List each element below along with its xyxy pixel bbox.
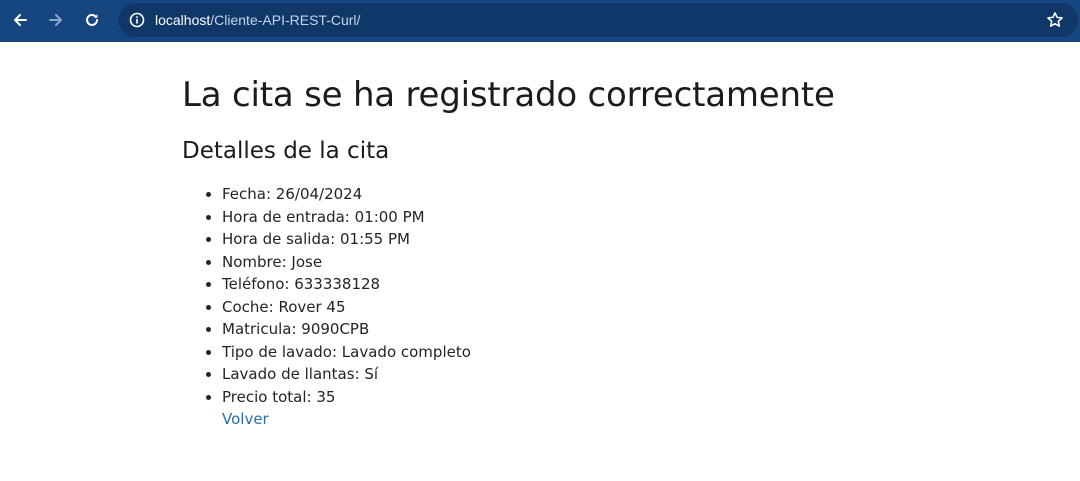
back-button[interactable] <box>6 6 34 34</box>
reload-icon <box>86 13 98 26</box>
detail-precio-total: Precio total: 35 <box>222 386 1042 409</box>
forward-button[interactable] <box>42 6 70 34</box>
reload-button[interactable] <box>78 6 106 34</box>
detail-matricula: Matricula: 9090CPB <box>222 318 1042 341</box>
detail-fecha: Fecha: 26/04/2024 <box>222 183 1042 206</box>
back-link[interactable]: Volver <box>222 408 1042 431</box>
detail-hora-entrada: Hora de entrada: 01:00 PM <box>222 206 1042 229</box>
arrow-right-icon <box>49 14 62 26</box>
page-title: La cita se ha registrado correctamente <box>182 75 835 115</box>
detail-tipo-lavado: Tipo de lavado: Lavado completo <box>222 341 1042 364</box>
detail-telefono: Teléfono: 633338128 <box>222 273 1042 296</box>
star-icon <box>1047 12 1063 27</box>
appointment-details-list: Fecha: 26/04/2024 Hora de entrada: 01:00… <box>182 183 1042 408</box>
url-host: localhost <box>155 12 211 28</box>
info-icon <box>129 12 145 28</box>
browser-toolbar: localhost/Cliente-API-REST-Curl/ <box>0 0 1080 42</box>
detail-nombre: Nombre: Jose <box>222 251 1042 274</box>
detail-coche: Coche: Rover 45 <box>222 296 1042 319</box>
url-text[interactable]: localhost/Cliente-API-REST-Curl/ <box>155 11 360 29</box>
address-bar[interactable]: localhost/Cliente-API-REST-Curl/ <box>118 3 1078 37</box>
bookmark-button[interactable] <box>1046 11 1064 29</box>
page-content: La cita se ha registrado correctamente D… <box>182 42 1042 431</box>
detail-hora-salida: Hora de salida: 01:55 PM <box>222 228 1042 251</box>
arrow-left-icon <box>14 14 27 26</box>
site-info-button[interactable] <box>126 9 148 31</box>
url-path: /Cliente-API-REST-Curl/ <box>210 12 361 28</box>
section-heading: Detalles de la cita <box>182 138 390 164</box>
detail-lavado-llantas: Lavado de llantas: Sí <box>222 363 1042 386</box>
